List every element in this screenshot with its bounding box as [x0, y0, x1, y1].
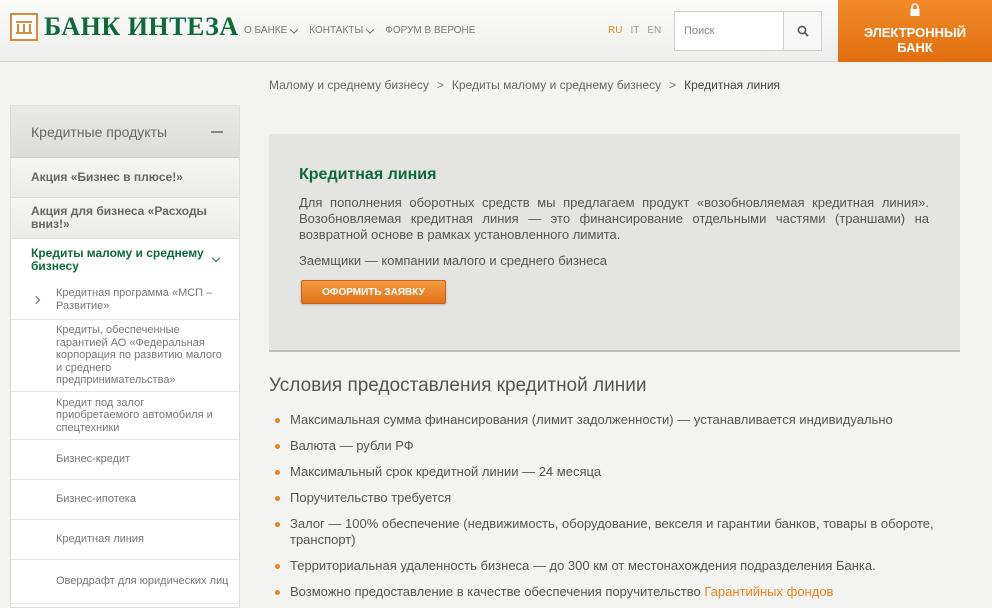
bullet-icon	[275, 470, 280, 475]
bank-logo[interactable]: БАНК ИНТЕЗА	[10, 13, 239, 41]
sidebar-item-label: Акция для бизнеса «Расходы вниз!»	[31, 204, 207, 231]
nav-about-label: О БАНКЕ	[244, 25, 288, 36]
nav-forum-label: ФОРУМ В ВЕРОНЕ	[385, 25, 476, 36]
search-icon	[797, 25, 809, 37]
bullet-icon	[275, 418, 280, 423]
top-nav: О БАНКЕ КОНТАКТЫ ФОРУМ В ВЕРОНЕ	[244, 24, 487, 36]
sidebar-subitem-business-credit[interactable]: Бизнес-кредит	[11, 440, 239, 480]
chevron-right-icon	[31, 295, 41, 304]
sidebar-subitem-credit-line[interactable]: Кредитная линия	[11, 520, 239, 560]
sidebar-subitem-overdraft[interactable]: Овердрафт для юридических лиц	[11, 560, 239, 604]
list-item: Валюта — рубли РФ	[275, 438, 955, 454]
lang-ru[interactable]: RU	[608, 25, 622, 36]
nav-contacts[interactable]: КОНТАКТЫ	[309, 24, 375, 36]
breadcrumb-current: Кредитная линия	[684, 78, 781, 92]
sidebar-subitem-label: Бизнес-ипотека	[56, 493, 136, 506]
language-switcher: RU IT EN	[608, 25, 669, 36]
list-item: Залог — 100% обеспечение (недвижимость, …	[275, 516, 955, 548]
sidebar-subitem-label: Кредит под залог приобретаемого автомоби…	[56, 396, 213, 434]
condition-text: Возможно предоставление в качестве обесп…	[290, 584, 701, 599]
bullet-icon	[275, 590, 280, 595]
bullet-icon	[275, 496, 280, 501]
list-item: Территориальная удаленность бизнеса — до…	[275, 558, 955, 574]
chevron-down-icon	[366, 24, 375, 34]
breadcrumb-separator: >	[669, 78, 677, 92]
sidebar-subitem-label: Кредиты, обеспеченные гарантией АО «Феде…	[56, 324, 222, 387]
condition-text: Залог — 100% обеспечение (недвижимость, …	[290, 516, 934, 547]
bullet-icon	[275, 444, 280, 449]
chevron-down-icon	[211, 253, 221, 262]
sidebar-header-credit-products[interactable]: Кредитные продукты	[11, 106, 239, 158]
sidebar-subitem-guaranteed-loans[interactable]: Кредиты, обеспеченные гарантией АО «Феде…	[11, 320, 239, 392]
lang-it[interactable]: IT	[630, 25, 639, 36]
breadcrumb: Малому и среднему бизнесу > Кредиты мало…	[269, 78, 780, 92]
breadcrumb-item[interactable]: Малому и среднему бизнесу	[269, 78, 429, 92]
sidebar-subitem-auto-loan[interactable]: Кредит под залог приобретаемого автомоби…	[11, 392, 239, 440]
breadcrumb-separator: >	[436, 78, 444, 92]
list-item: Максимальный срок кредитной линии — 24 м…	[275, 464, 955, 480]
nav-about[interactable]: О БАНКЕ	[244, 24, 299, 36]
apply-button[interactable]: ОФОРМИТЬ ЗАЯВКУ	[301, 280, 446, 304]
product-description: Для пополнения оборотных средств мы пред…	[299, 195, 929, 242]
borrowers-text: Заемщики — компании малого и среднего би…	[299, 253, 608, 268]
sidebar: Кредитные продукты Акция «Бизнес в плюсе…	[10, 105, 240, 608]
breadcrumb-item[interactable]: Кредиты малому и среднему бизнесу	[452, 78, 661, 92]
list-item: Возможно предоставление в качестве обесп…	[275, 584, 955, 600]
logo-text: БАНК ИНТЕЗА	[44, 12, 239, 41]
condition-text: Валюта — рубли РФ	[290, 438, 414, 453]
sidebar-item-promo-expenses-down[interactable]: Акция для бизнеса «Расходы вниз!»	[11, 198, 239, 239]
sidebar-subitem-label: Кредитная линия	[56, 533, 144, 546]
condition-text: Территориальная удаленность бизнеса — до…	[290, 558, 876, 573]
sidebar-subitem-business-mortgage[interactable]: Бизнес-ипотека	[11, 480, 239, 520]
chevron-down-icon	[290, 24, 299, 34]
online-banking-button[interactable]: ЭЛЕКТРОННЫЙ БАНК	[838, 0, 992, 62]
conditions-title: Условия предоставления кредитной линии	[269, 375, 647, 396]
sidebar-item-promo-business-plus[interactable]: Акция «Бизнес в плюсе!»	[11, 158, 239, 198]
bullet-icon	[275, 522, 280, 527]
condition-text: Максимальная сумма финансирования (лимит…	[290, 412, 893, 427]
conditions-list: Максимальная сумма финансирования (лимит…	[275, 412, 955, 600]
condition-text: Поручительство требуется	[290, 490, 452, 505]
sidebar-subitem-label: Бизнес-кредит	[56, 453, 131, 466]
sidebar-title: Кредитные продукты	[31, 123, 168, 140]
lock-icon	[910, 3, 920, 16]
sidebar-item-sme-loans[interactable]: Кредиты малому и среднему бизнесу	[11, 239, 239, 280]
sidebar-subitem-label: Овердрафт для юридических лиц	[56, 575, 229, 588]
nav-forum[interactable]: ФОРУМ В ВЕРОНЕ	[385, 25, 475, 36]
search-input[interactable]	[675, 12, 783, 50]
product-title: Кредитная линия	[299, 166, 437, 183]
product-summary-panel: Кредитная линия Для пополнения оборотных…	[269, 134, 960, 352]
bullet-icon	[275, 564, 280, 569]
site-header: БАНК ИНТЕЗА О БАНКЕ КОНТАКТЫ ФОРУМ В ВЕР…	[0, 0, 992, 62]
search-button[interactable]	[783, 12, 821, 50]
sidebar-subitem-label: Кредитная программа «МСП – Развитие»	[56, 287, 213, 312]
nav-contacts-label: КОНТАКТЫ	[309, 25, 364, 36]
list-item: Поручительство требуется	[275, 490, 955, 506]
collapse-icon	[211, 130, 223, 133]
logo-icon	[10, 13, 38, 41]
lang-en[interactable]: EN	[647, 25, 661, 36]
guarantee-funds-link[interactable]: Гарантийных фондов	[704, 584, 833, 599]
search-box	[674, 11, 822, 51]
sidebar-item-label: Акция «Бизнес в плюсе!»	[31, 170, 183, 184]
online-banking-label-2: БАНК	[897, 40, 933, 55]
condition-text: Максимальный срок кредитной линии — 24 м…	[290, 464, 602, 479]
sidebar-subitem-msp-development[interactable]: Кредитная программа «МСП – Развитие»	[11, 280, 239, 320]
online-banking-label-1: ЭЛЕКТРОННЫЙ	[863, 25, 967, 40]
list-item: Максимальная сумма финансирования (лимит…	[275, 412, 955, 428]
sidebar-item-label: Кредиты малому и среднему бизнесу	[31, 245, 204, 273]
